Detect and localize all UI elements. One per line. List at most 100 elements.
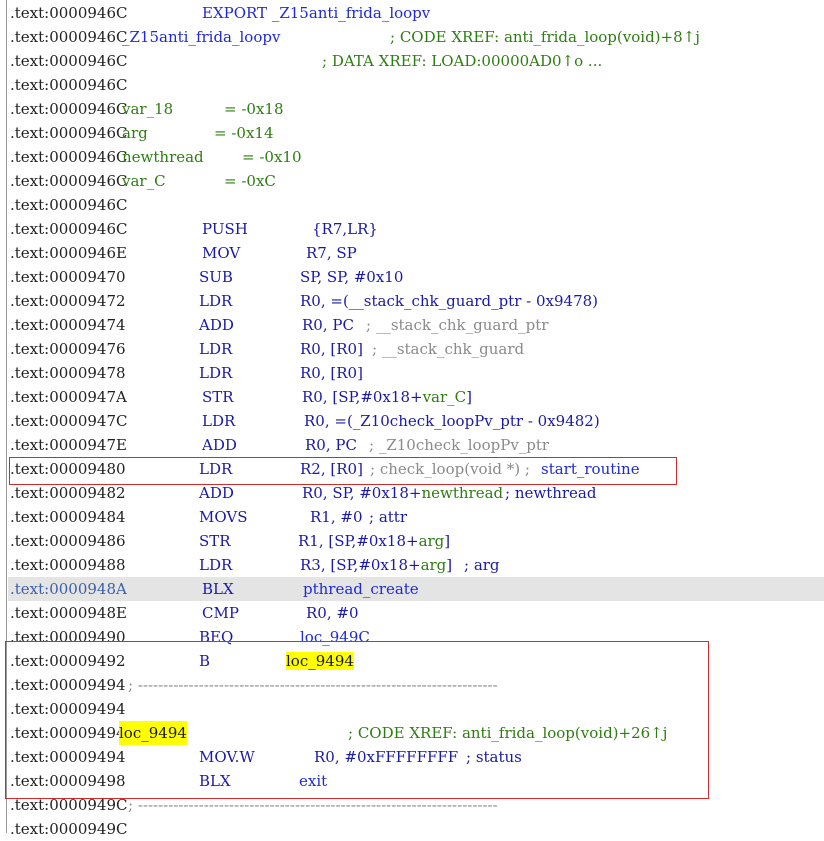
instruction-operands[interactable]: = -0x10 — [242, 145, 302, 169]
instruction-mnemonic[interactable]: EXPORT _Z15anti_frida_loopv — [202, 1, 430, 25]
instruction-mnemonic[interactable]: STR — [202, 385, 234, 409]
listing-row[interactable]: .text:00009488 LDR R3, [SP,#0x18+arg] ; arg — [8, 553, 824, 577]
address-label[interactable]: .text:0000948E — [10, 601, 127, 625]
instruction-operands[interactable]: exit — [299, 769, 327, 793]
instruction-operands[interactable]: R3, [SP,#0x18+arg] — [300, 553, 452, 577]
instruction-mnemonic[interactable]: var_C — [122, 169, 166, 193]
address-label[interactable]: .text:0000946C — [10, 169, 128, 193]
instruction-comment[interactable]: ; CODE XREF: anti_frida_loop(void)+8↑j — [390, 25, 700, 49]
instruction-comment[interactable]: ; status — [466, 745, 522, 769]
listing-row[interactable]: .text:00009474 ADD R0, PC ; __stack_chk_gua… — [8, 313, 824, 337]
address-label[interactable]: .text:0000946C — [10, 121, 128, 145]
instruction-operands[interactable]: = -0x18 — [224, 97, 284, 121]
instruction-operands[interactable]: R0, SP, #0x18+newthread — [302, 481, 503, 505]
address-label[interactable]: .text:0000946C — [10, 145, 128, 169]
listing-row[interactable]: .text:0000948E CMP R0, #0 — [8, 601, 824, 625]
listing-row[interactable]: .text:00009484 MOVS R1, #0; attr — [8, 505, 824, 529]
listing-row[interactable]: .text:00009486 STR R1, [SP,#0x18+arg] — [8, 529, 824, 553]
instruction-mnemonic[interactable]: B — [199, 649, 210, 673]
listing-row[interactable]: .text:0000946E MOV R7, SP — [8, 241, 824, 265]
instruction-mnemonic[interactable]: CMP — [202, 601, 239, 625]
instruction-operands[interactable]: loc_949C — [300, 625, 370, 649]
listing-row[interactable]: .text:0000947C LDR R0, =(_Z10check_loopPv_… — [8, 409, 824, 433]
address-label[interactable]: .text:00009472 — [10, 289, 126, 313]
address-label[interactable]: .text:00009476 — [10, 337, 126, 361]
instruction-comment[interactable]: ; DATA XREF: LOAD:00000AD0↑o ... — [322, 49, 602, 73]
instruction-operands[interactable]: R0, =(__stack_chk_guard_ptr - 0x9478) — [300, 289, 598, 313]
instruction-comment[interactable]: ; __stack_chk_guard — [372, 337, 524, 361]
instruction-operands[interactable]: R0, [R0] — [300, 361, 363, 385]
separator-comment[interactable]: ; --------------------------------------… — [128, 673, 498, 697]
listing-row[interactable]: .text:0000948A BLX pthread_create — [8, 577, 824, 601]
instruction-mnemonic[interactable]: ADD — [199, 313, 234, 337]
listing-row[interactable]: .text:0000946C _Z15anti_frida_loopv ; CODE… — [8, 25, 824, 49]
instruction-operands[interactable]: pthread_create — [303, 577, 419, 601]
listing-row[interactable]: .text:0000949C — [8, 817, 824, 841]
listing-row[interactable]: .text:0000946C — [8, 73, 824, 97]
instruction-operands[interactable]: R0, PC — [305, 433, 357, 457]
listing-row[interactable]: .text:0000946C PUSH {R7,LR} — [8, 217, 824, 241]
address-label[interactable]: .text:00009492 — [10, 649, 126, 673]
address-label[interactable]: .text:0000946C — [10, 1, 128, 25]
instruction-mnemonic[interactable]: LDR — [199, 457, 232, 481]
listing-row[interactable]: .text:00009498 BLX exit — [8, 769, 824, 793]
listing-row[interactable]: .text:00009470 SUB SP, SP, #0x10 — [8, 265, 824, 289]
address-label[interactable]: .text:0000947A — [10, 385, 127, 409]
instruction-operands[interactable]: R0, =(_Z10check_loopPv_ptr - 0x9482) — [304, 409, 600, 433]
instruction-mnemonic[interactable]: loc_9494 — [119, 721, 187, 745]
address-label[interactable]: .text:0000946C — [10, 193, 128, 217]
address-label[interactable]: .text:00009482 — [10, 481, 126, 505]
address-label[interactable]: .text:0000948A — [10, 577, 127, 601]
listing-row[interactable]: .text:00009490 BEQ loc_949C — [8, 625, 824, 649]
listing-row[interactable]: .text:0000946C — [8, 193, 824, 217]
instruction-operands[interactable]: R2, [R0] — [300, 457, 363, 481]
listing-row[interactable]: .text:0000946C var_18 = -0x18 — [8, 97, 824, 121]
instruction-mnemonic[interactable]: BLX — [202, 577, 234, 601]
instruction-mnemonic[interactable]: STR — [199, 529, 231, 553]
instruction-comment[interactable]: ; check_loop(void *) ; — [370, 457, 530, 481]
address-label[interactable]: .text:0000949C — [10, 817, 128, 841]
listing-row[interactable]: .text:0000946C ; DATA XREF: LOAD:00000AD0… — [8, 49, 824, 73]
instruction-operands[interactable]: = -0x14 — [214, 121, 274, 145]
address-label[interactable]: .text:00009490 — [10, 625, 126, 649]
listing-row[interactable]: .text:00009494; ------------------------… — [8, 673, 824, 697]
address-label[interactable]: .text:00009494 — [10, 697, 126, 721]
instruction-mnemonic[interactable]: _Z15anti_frida_loopv — [122, 25, 280, 49]
address-label[interactable]: .text:00009480 — [10, 457, 126, 481]
listing-row[interactable]: .text:00009478 LDR R0, [R0] — [8, 361, 824, 385]
instruction-comment[interactable]: ; arg — [464, 553, 500, 577]
instruction-comment[interactable]: ; _Z10check_loopPv_ptr — [369, 433, 549, 457]
instruction-operands[interactable]: R0, #0xFFFFFFFF — [314, 745, 458, 769]
address-label[interactable]: .text:0000946C — [10, 97, 128, 121]
instruction-operands[interactable]: R0, [SP,#0x18+var_C] — [302, 385, 472, 409]
address-label[interactable]: .text:00009494 — [10, 673, 126, 697]
address-label[interactable]: .text:00009494 — [10, 721, 126, 745]
instruction-mnemonic[interactable]: LDR — [199, 289, 232, 313]
listing-row[interactable]: .text:00009476 LDR R0, [R0] ; __stack_chk_g… — [8, 337, 824, 361]
address-label[interactable]: .text:00009498 — [10, 769, 126, 793]
instruction-mnemonic[interactable]: MOV — [202, 241, 240, 265]
listing-row[interactable]: .text:00009494 MOV.W R0, #0xFFFFFFFF ; stat… — [8, 745, 824, 769]
instruction-mnemonic[interactable]: ADD — [202, 433, 237, 457]
listing-row[interactable]: .text:0000947E ADD R0, PC ; _Z10check_loopP… — [8, 433, 824, 457]
address-label[interactable]: .text:00009488 — [10, 553, 126, 577]
instruction-comment[interactable]: ; attr — [369, 505, 407, 529]
address-label[interactable]: .text:00009484 — [10, 505, 126, 529]
instruction-operands[interactable]: R0, #0 — [306, 601, 359, 625]
address-label[interactable]: .text:0000947E — [10, 433, 127, 457]
instruction-mnemonic[interactable]: BLX — [199, 769, 231, 793]
comment-symbol[interactable]: start_routine — [541, 457, 640, 481]
instruction-operands[interactable]: R0, [R0] — [300, 337, 363, 361]
instruction-mnemonic[interactable]: arg — [122, 121, 148, 145]
address-label[interactable]: .text:00009478 — [10, 361, 126, 385]
instruction-mnemonic[interactable]: LDR — [199, 337, 232, 361]
listing-row[interactable]: .text:0000946C newthread = -0x10 — [8, 145, 824, 169]
listing-row[interactable]: .text:0000946C arg = -0x14 — [8, 121, 824, 145]
instruction-operands[interactable]: R0, PC — [302, 313, 354, 337]
listing-row[interactable]: .text:00009494 — [8, 697, 824, 721]
instruction-operands[interactable]: R1, #0 — [310, 505, 363, 529]
separator-comment[interactable]: ; --------------------------------------… — [128, 793, 498, 817]
listing-row[interactable]: .text:00009492 Bloc_9494 — [8, 649, 824, 673]
instruction-operands[interactable]: {R7,LR} — [312, 217, 378, 241]
instruction-comment[interactable]: ; __stack_chk_guard_ptr — [366, 313, 548, 337]
